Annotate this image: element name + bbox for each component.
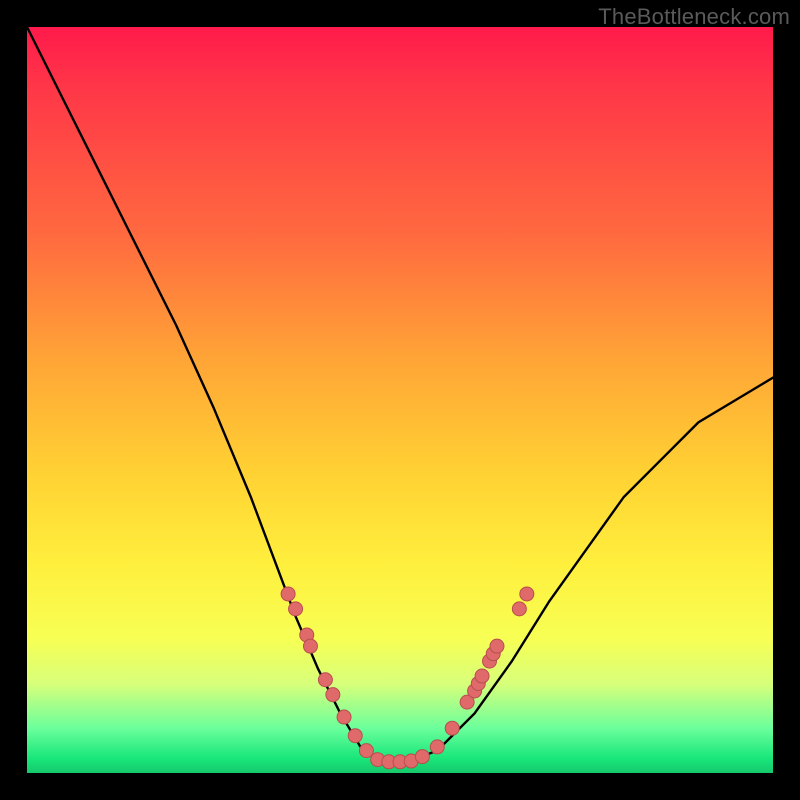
curve-marker bbox=[512, 602, 526, 616]
curve-marker bbox=[326, 688, 340, 702]
curve-marker bbox=[281, 587, 295, 601]
curve-marker bbox=[318, 673, 332, 687]
bottleneck-curve bbox=[27, 27, 773, 762]
plot-area bbox=[27, 27, 773, 773]
curve-marker bbox=[520, 587, 534, 601]
bottleneck-curve-svg bbox=[27, 27, 773, 773]
curve-marker bbox=[445, 721, 459, 735]
curve-marker bbox=[337, 710, 351, 724]
chart-frame: TheBottleneck.com bbox=[0, 0, 800, 800]
curve-marker bbox=[430, 740, 444, 754]
watermark-text: TheBottleneck.com bbox=[598, 4, 790, 30]
marker-group bbox=[281, 587, 534, 769]
curve-marker bbox=[490, 639, 504, 653]
curve-marker bbox=[415, 750, 429, 764]
curve-marker bbox=[303, 639, 317, 653]
curve-marker bbox=[475, 669, 489, 683]
curve-marker bbox=[348, 729, 362, 743]
curve-marker bbox=[289, 602, 303, 616]
